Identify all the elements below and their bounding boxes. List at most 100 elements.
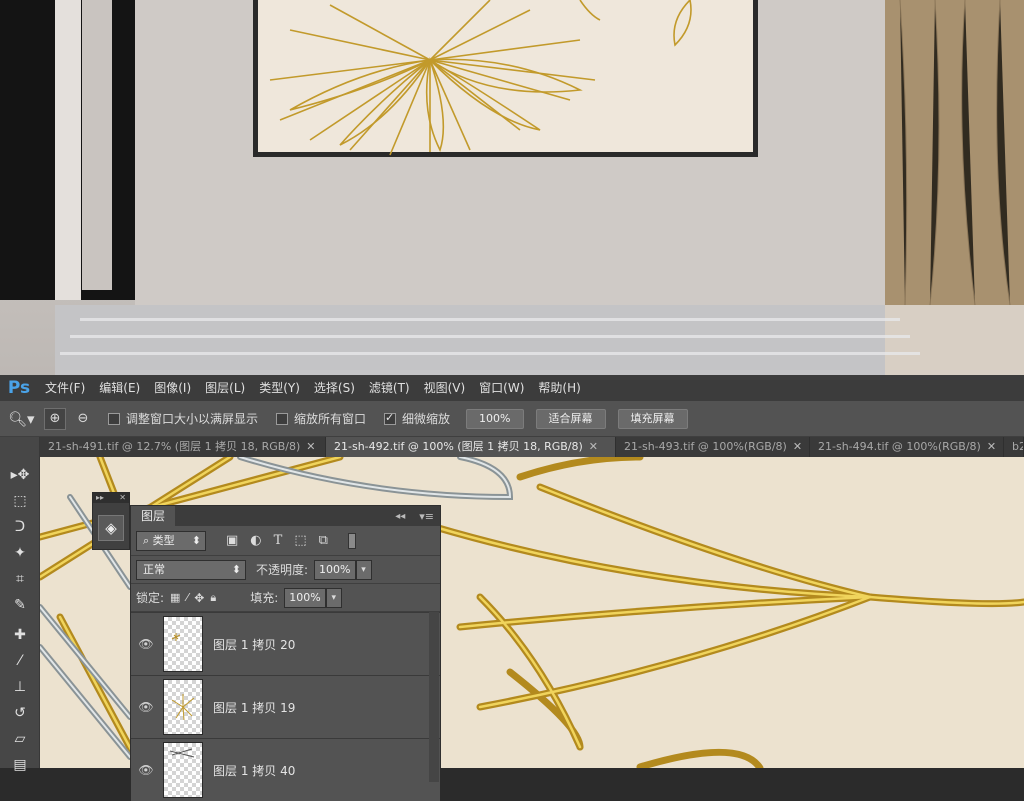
scrubby-zoom-checkbox[interactable] xyxy=(384,411,397,425)
menu-select[interactable]: 选择(S) xyxy=(307,375,362,401)
zoom-all-windows-checkbox[interactable] xyxy=(276,412,289,425)
layer-name: 图层 1 拷贝 19 xyxy=(213,700,296,715)
resize-windows-label: 调整窗口大小以满屏显示 xyxy=(126,412,259,426)
zoom-tool-preset-icon[interactable]: 🔍︎▾ xyxy=(8,410,38,428)
layer-name: 图层 1 拷贝 20 xyxy=(213,637,296,652)
close-icon[interactable]: ✕ xyxy=(793,440,802,453)
collapse-panel-icon[interactable]: ◂◂ xyxy=(395,511,405,522)
filter-kind-select[interactable]: ⌕ 类型 ⬍ xyxy=(136,530,206,551)
photoshop-logo: Ps xyxy=(7,378,31,398)
layer-thumbnail xyxy=(163,742,203,798)
type-filter-icon[interactable]: T xyxy=(274,533,283,548)
tab-label: 21-sh-494.tif @ 100%(RGB/8) xyxy=(818,440,981,453)
close-icon[interactable]: ✕ xyxy=(589,440,598,453)
close-icon[interactable]: ✕ xyxy=(119,493,126,503)
layer-row[interactable]: 👁︎ 图层 1 拷贝 40 xyxy=(131,738,440,801)
healing-brush-icon[interactable]: ✚ xyxy=(10,625,30,645)
tab-label: 21-sh-493.tif @ 100%(RGB/8) xyxy=(624,440,787,453)
opacity-label: 不透明度: xyxy=(256,563,309,577)
smart-object-filter-icon[interactable]: ⧉ xyxy=(319,533,328,548)
blend-row: 正常 ⬍ 不透明度: 100% ▾ xyxy=(131,556,440,584)
layer-row[interactable]: 👁︎ 图层 1 拷贝 19 xyxy=(131,675,440,738)
lock-pixels-icon[interactable]: ⁄ xyxy=(186,591,188,604)
lock-label: 锁定: xyxy=(136,591,165,605)
filter-toggle-icon[interactable] xyxy=(347,532,356,549)
fill-input[interactable]: 100% xyxy=(284,587,326,608)
move-icon[interactable]: ▸✥ xyxy=(10,465,30,485)
layer-thumbnail xyxy=(163,679,203,735)
eraser-icon[interactable]: ▱ xyxy=(10,729,30,749)
resize-windows-checkbox[interactable] xyxy=(108,412,120,425)
menu-help[interactable]: 帮助(H) xyxy=(531,375,587,401)
layer-name: 图层 1 拷贝 40 xyxy=(213,763,296,778)
tab-label: 21-sh-491.tif @ 12.7% (图层 1 拷贝 18, RGB/8… xyxy=(48,440,301,453)
photoshop-window: Ps 文件(F) 编辑(E) 图像(I) 图层(L) 类型(Y) 选择(S) 滤… xyxy=(0,375,1024,801)
room-scene xyxy=(0,0,1024,375)
layers-panel-icon[interactable]: ◈ xyxy=(98,515,124,541)
magic-wand-icon[interactable]: ✦ xyxy=(10,543,30,563)
zoom-100-button[interactable]: 100% xyxy=(466,408,524,429)
tab-document[interactable]: 21-sh-491.tif @ 12.7% (图层 1 拷贝 18, RGB/8… xyxy=(40,437,326,457)
clone-stamp-icon[interactable]: ⊥ xyxy=(10,677,30,697)
menu-image[interactable]: 图像(I) xyxy=(147,375,198,401)
artwork-preview xyxy=(0,0,1024,375)
menu-bar: Ps 文件(F) 编辑(E) 图像(I) 图层(L) 类型(Y) 选择(S) 滤… xyxy=(0,375,1024,401)
visibility-eye-icon[interactable]: 👁︎ xyxy=(131,700,161,714)
menu-filter[interactable]: 滤镜(T) xyxy=(362,375,417,401)
close-icon[interactable]: ✕ xyxy=(987,440,996,453)
lock-transparency-icon[interactable]: ▦ xyxy=(170,591,180,604)
gradient-icon[interactable]: ▤ xyxy=(10,755,30,775)
pixel-filter-icon[interactable]: ▣ xyxy=(226,533,238,548)
visibility-eye-icon[interactable]: 👁︎ xyxy=(131,637,161,651)
layers-scrollbar[interactable] xyxy=(429,612,439,782)
opacity-dropdown-icon[interactable]: ▾ xyxy=(355,559,372,580)
blend-mode-select[interactable]: 正常 ⬍ xyxy=(136,559,246,580)
layers-panel-header: 图层 ◂◂ ▾≡ xyxy=(131,506,440,526)
panel-menu-icon[interactable]: ▾≡ xyxy=(419,510,434,523)
options-bar: 🔍︎▾ ⊕ ⊖ 调整窗口大小以满屏显示 缩放所有窗口 细微缩放 100% 适合屏… xyxy=(0,401,1024,437)
history-brush-icon[interactable]: ↺ xyxy=(10,703,30,723)
tab-document[interactable]: b2. xyxy=(1004,437,1024,457)
lasso-icon[interactable]: ᑐ xyxy=(10,517,30,537)
menu-window[interactable]: 窗口(W) xyxy=(472,375,531,401)
opacity-input[interactable]: 100% xyxy=(314,559,356,580)
menu-layer[interactable]: 图层(L) xyxy=(198,375,252,401)
lock-row: 锁定: ▦ ⁄ ✥ 🔒︎ 填充: 100% ▾ xyxy=(131,584,440,612)
expand-panels-icon[interactable]: ▸▸ xyxy=(96,493,104,503)
tab-document[interactable]: 21-sh-493.tif @ 100%(RGB/8) ✕ xyxy=(616,437,810,457)
layer-filter-row: ⌕ 类型 ⬍ ▣ ◐ T ⬚ ⧉ xyxy=(131,526,440,556)
tab-document-active[interactable]: 21-sh-492.tif @ 100% (图层 1 拷贝 18, RGB/8)… xyxy=(326,437,616,457)
layers-list: 👁︎ 图层 1 拷贝 20 👁︎ 图层 1 拷贝 19 👁︎ 图层 1 拷贝 4… xyxy=(131,612,440,801)
tab-document[interactable]: 21-sh-494.tif @ 100%(RGB/8) ✕ xyxy=(810,437,1004,457)
scrubby-zoom-label: 细微缩放 xyxy=(402,412,451,426)
document-tabs: 21-sh-491.tif @ 12.7% (图层 1 拷贝 18, RGB/8… xyxy=(40,437,1024,457)
zoom-out-icon[interactable]: ⊖ xyxy=(72,411,94,426)
tools-panel: ▸✥ ⬚ ᑐ ✦ ⌗ ✎ ✚ ⁄ ⊥ ↺ ▱ ▤ xyxy=(0,437,40,773)
tab-layers[interactable]: 图层 xyxy=(131,506,176,526)
eyedropper-icon[interactable]: ✎ xyxy=(10,595,30,615)
shape-filter-icon[interactable]: ⬚ xyxy=(294,533,306,548)
zoom-all-windows-label: 缩放所有窗口 xyxy=(294,412,367,426)
menu-edit[interactable]: 编辑(E) xyxy=(92,375,147,401)
marquee-icon[interactable]: ⬚ xyxy=(10,491,30,511)
visibility-eye-icon[interactable]: 👁︎ xyxy=(131,763,161,777)
close-icon[interactable]: ✕ xyxy=(306,440,315,453)
menu-type[interactable]: 类型(Y) xyxy=(252,375,307,401)
lock-all-icon[interactable]: 🔒︎ xyxy=(210,591,216,605)
fill-label: 填充: xyxy=(250,591,279,605)
menu-file[interactable]: 文件(F) xyxy=(38,375,92,401)
brush-icon[interactable]: ⁄ xyxy=(10,651,30,671)
fill-dropdown-icon[interactable]: ▾ xyxy=(325,587,342,608)
zoom-in-icon[interactable]: ⊕ xyxy=(44,407,66,430)
lock-position-icon[interactable]: ✥ xyxy=(194,591,204,605)
adjustment-filter-icon[interactable]: ◐ xyxy=(250,533,261,548)
filter-kind-value: 类型 xyxy=(152,533,175,547)
menu-view[interactable]: 视图(V) xyxy=(417,375,473,401)
blend-mode-value: 正常 xyxy=(143,562,165,576)
collapsed-panel-dock: ▸▸ ✕ ◈ xyxy=(92,492,130,550)
layer-row[interactable]: 👁︎ 图层 1 拷贝 20 xyxy=(131,612,440,675)
crop-icon[interactable]: ⌗ xyxy=(10,569,30,589)
fill-screen-button[interactable]: 填充屏幕 xyxy=(617,408,688,429)
tab-label: 21-sh-492.tif @ 100% (图层 1 拷贝 18, RGB/8) xyxy=(334,440,583,453)
fit-screen-button[interactable]: 适合屏幕 xyxy=(535,408,606,429)
